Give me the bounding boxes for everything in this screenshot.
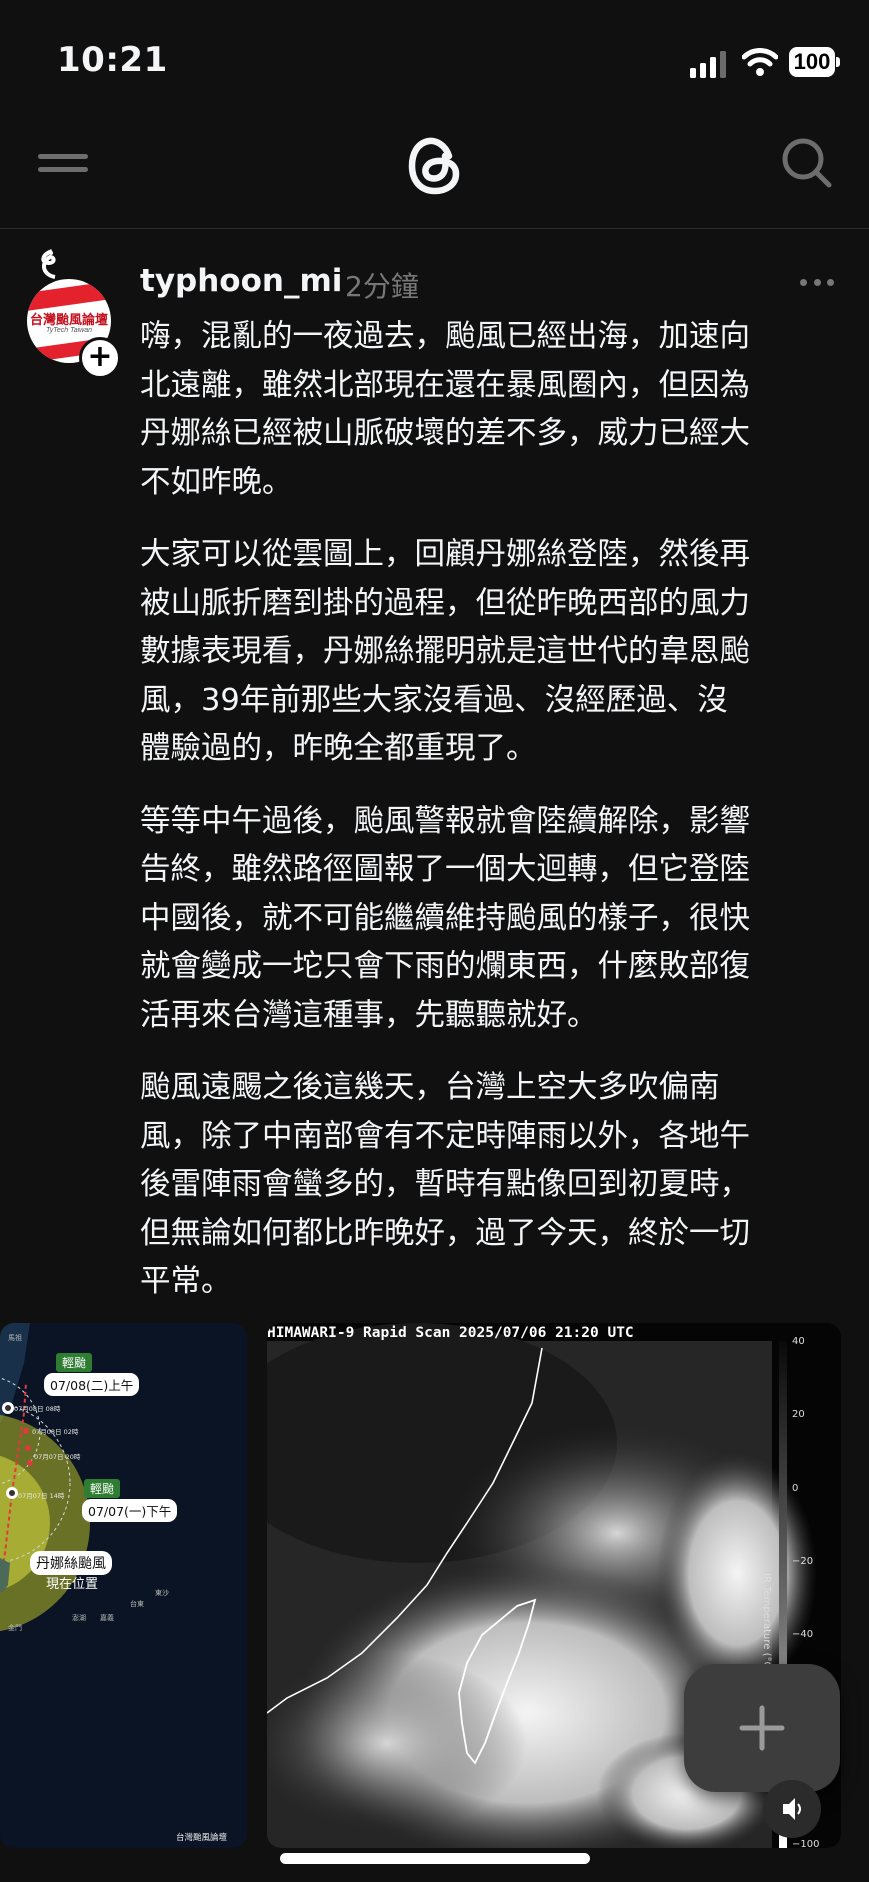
avatar[interactable]: 台灣颱風論壇 TyTech Taiwan +	[27, 249, 121, 379]
place-label: 澎湖	[72, 1614, 86, 1622]
track-small-label: 07月08日 08時	[14, 1405, 61, 1413]
track-label-2: 07/07(一)下午	[82, 1499, 178, 1522]
plus-icon	[739, 1705, 785, 1751]
track-small-label: 07月08日 02時	[32, 1428, 79, 1436]
scale-label: IR Temperature (°C)	[761, 1573, 772, 1673]
post-body: 嗨，混亂的一夜過去，颱風已經出海，加速向 北遠離，雖然北部現在還在暴風圈內，但因…	[140, 313, 840, 1331]
top-nav	[0, 120, 869, 229]
place-label: 嘉義	[100, 1614, 114, 1622]
home-indicator[interactable]	[280, 1853, 590, 1864]
speaker-icon	[783, 1798, 801, 1820]
track-badge-1: 輕颱	[56, 1353, 93, 1372]
volume-button[interactable]	[763, 1780, 821, 1838]
track-badge-2: 輕颱	[84, 1479, 121, 1498]
avatar-subtext: TyTech Taiwan	[45, 327, 93, 334]
compose-button[interactable]	[684, 1664, 840, 1792]
place-label: 台東	[130, 1600, 144, 1608]
post-timestamp: 2分鐘	[345, 270, 419, 303]
wifi-icon	[742, 48, 778, 76]
status-bar: 10:21 100	[0, 0, 869, 120]
threads-logo-icon[interactable]	[405, 132, 465, 200]
scale-tick: −40	[792, 1629, 814, 1640]
typhoon-track-map-image[interactable]: 輕颱 07/08(二)上午 輕颱 07/07(一)下午 07月08日 08時 0…	[0, 1323, 247, 1848]
username[interactable]: typhoon_mi	[140, 263, 342, 299]
satellite-title: HIMAWARI-9 Rapid Scan 2025/07/06 21:20 U…	[267, 1325, 634, 1341]
place-label: 馬祖	[8, 1334, 22, 1342]
track-label-1: 07/08(二)上午	[44, 1373, 140, 1396]
map-credit: 台灣颱風論壇	[176, 1833, 228, 1843]
post-paragraph-1: 嗨，混亂的一夜過去，颱風已經出海，加速向 北遠離，雖然北部現在還在暴風圈內，但因…	[140, 319, 750, 500]
scale-tick: −20	[792, 1556, 814, 1567]
post-paragraph-2: 大家可以從雲圖上，回顧丹娜絲登陸，然後再 被山脈折磨到掛的過程，但從昨晚西部的風…	[140, 537, 750, 766]
post-paragraph-3: 等等中午過後，颱風警報就會陸續解除，影響 告終，雖然路徑圖報了一個大迴轉，但它登…	[140, 803, 750, 1033]
avatar-text: 台灣颱風論壇	[29, 313, 108, 328]
place-label: 東沙	[155, 1589, 169, 1597]
scale-tick: 40	[792, 1336, 805, 1347]
status-time: 10:21	[57, 40, 168, 80]
scale-tick: 20	[792, 1409, 805, 1420]
track-small-label: 07月07日 20時	[34, 1453, 81, 1461]
search-icon[interactable]	[778, 134, 834, 190]
scale-tick: 0	[792, 1483, 799, 1494]
battery-level: 100	[789, 47, 835, 77]
current-position-label: 現在位置	[46, 1577, 99, 1592]
battery-icon: 100	[789, 47, 841, 77]
track-small-label: 07月07日 14時	[18, 1492, 65, 1500]
place-label: 金門	[8, 1624, 22, 1632]
storm-name-label: 丹娜絲颱風	[30, 1551, 112, 1575]
post-paragraph-4: 颱風遠颺之後這幾天，台灣上空大多吹偏南 風，除了中南部會有不定時陣雨以外，各地午…	[140, 1070, 750, 1299]
more-options-icon[interactable]	[800, 279, 834, 287]
scale-tick: −100	[792, 1839, 820, 1848]
follow-plus-button[interactable]: +	[79, 337, 121, 379]
cellular-signal-icon	[690, 51, 726, 78]
menu-icon[interactable]	[38, 148, 88, 188]
